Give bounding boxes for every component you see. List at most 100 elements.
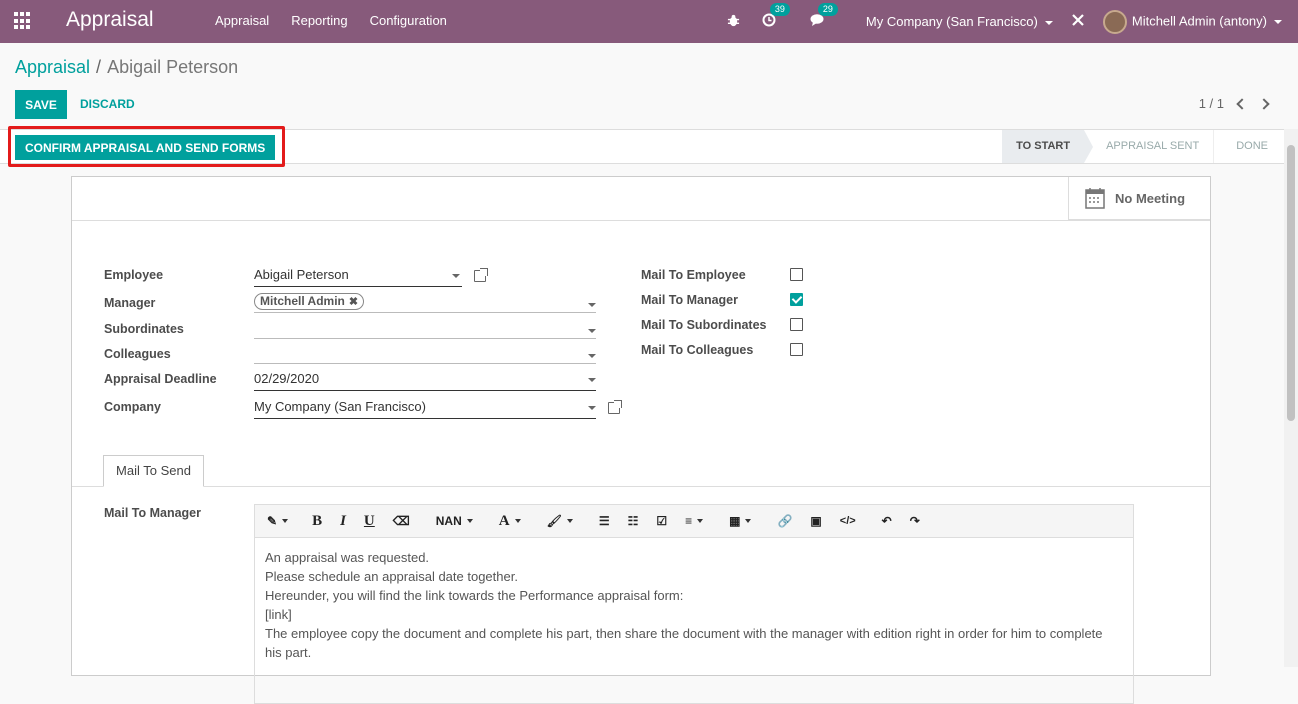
deadline-value: 02/29/2020 [254, 371, 320, 386]
tabs-divider [72, 486, 1210, 487]
top-navbar: Appraisal Appraisal Reporting Configurat… [0, 0, 1298, 43]
save-button[interactable]: SAVE [15, 90, 67, 119]
bullet-list-icon[interactable]: ☰ [599, 514, 610, 528]
menu-item-reporting[interactable]: Reporting [291, 13, 347, 28]
mail-to-employee-checkbox[interactable] [790, 268, 803, 281]
remove-tag-icon[interactable]: ✖ [349, 296, 358, 308]
manager-tag-label: Mitchell Admin [260, 294, 345, 308]
discard-button[interactable]: DISCARD [80, 97, 135, 111]
chevron-right-icon[interactable] [1258, 97, 1270, 110]
italic-icon[interactable]: I [340, 513, 346, 530]
header-divider [72, 220, 1210, 221]
subordinates-field[interactable] [254, 319, 596, 339]
mail-line: An appraisal was requested. [265, 550, 430, 565]
mail-to-colleagues-label: Mail To Colleagues [641, 343, 754, 357]
avatar [1102, 9, 1127, 34]
employee-value: Abigail Peterson [254, 267, 349, 282]
menu-item-appraisal[interactable]: Appraisal [215, 13, 269, 28]
chevron-down-icon [588, 329, 596, 333]
magic-wand-icon[interactable]: ✎ [267, 514, 289, 528]
debug-bug-icon[interactable] [727, 14, 740, 30]
messages-count-badge: 29 [817, 3, 838, 16]
chevron-down-icon [588, 303, 596, 307]
user-menu[interactable]: Mitchell Admin (antony) [1102, 9, 1282, 34]
code-view-icon[interactable]: </> [840, 515, 856, 527]
highlight-box [8, 126, 285, 167]
stage-to-start[interactable]: TO START [1002, 130, 1094, 163]
pager: 1 / 1 [1199, 96, 1270, 111]
editor-toolbar: ✎ B I U ⌫ NAN A 🖌 ☰ ☷ ☑ ≡ ▦ 🔗 ▣ </> ↶ ↷ [255, 505, 1133, 538]
external-link-icon[interactable] [608, 400, 622, 414]
chevron-down-icon [588, 378, 596, 382]
align-icon[interactable]: ≡ [685, 514, 704, 528]
company-value: My Company (San Francisco) [254, 399, 426, 414]
form-sheet: No Meeting Employee Abigail Peterson Man… [71, 176, 1211, 704]
messages-chat-icon[interactable]: 29 [810, 3, 838, 30]
mail-line: Please schedule an appraisal date togeth… [265, 569, 518, 584]
chevron-left-icon[interactable] [1236, 97, 1248, 110]
mail-to-manager-checkbox[interactable] [790, 293, 803, 306]
eraser-icon[interactable]: ⌫ [393, 514, 410, 528]
app-title[interactable]: Appraisal [66, 8, 154, 32]
breadcrumb-parent[interactable]: Appraisal [15, 57, 90, 77]
html-editor[interactable]: ✎ B I U ⌫ NAN A 🖌 ☰ ☷ ☑ ≡ ▦ 🔗 ▣ </> ↶ ↷ … [254, 504, 1134, 704]
deadline-label: Appraisal Deadline [104, 372, 217, 386]
employee-field[interactable]: Abigail Peterson [254, 267, 462, 287]
stage-pipeline: TO START APPRAISAL SENT DONE [1002, 130, 1284, 163]
chevron-down-icon [1044, 20, 1053, 25]
meeting-label: No Meeting [1115, 190, 1186, 206]
colleagues-label: Colleagues [104, 347, 171, 361]
tools-cross-icon[interactable] [1071, 13, 1085, 30]
manager-field[interactable]: Mitchell Admin ✖ [254, 293, 596, 313]
manager-tag: Mitchell Admin ✖ [254, 293, 365, 310]
employee-label: Employee [104, 268, 164, 282]
mail-to-manager-section-label: Mail To Manager [104, 506, 202, 520]
subordinates-label: Subordinates [104, 322, 184, 336]
apps-menu-icon[interactable] [14, 12, 32, 30]
stage-done[interactable]: DONE [1214, 130, 1284, 163]
meeting-smart-button[interactable]: No Meeting [1068, 177, 1210, 220]
font-size-label: NAN [435, 514, 462, 528]
image-icon[interactable]: ▣ [810, 514, 821, 528]
chevron-down-icon [1274, 19, 1282, 24]
chevron-down-icon [588, 354, 596, 358]
mail-to-manager-label: Mail To Manager [641, 293, 739, 307]
mail-to-subordinates-checkbox[interactable] [790, 318, 803, 331]
table-icon[interactable]: ▦ [729, 514, 752, 528]
scrollbar-thumb[interactable] [1287, 145, 1295, 421]
company-label: Company [104, 400, 161, 414]
mail-to-colleagues-checkbox[interactable] [790, 343, 803, 356]
undo-icon[interactable]: ↶ [882, 514, 892, 528]
bold-icon[interactable]: B [312, 513, 322, 530]
paint-brush-icon[interactable]: 🖌 [547, 514, 573, 528]
company-name: My Company (San Francisco) [865, 14, 1038, 29]
font-color-icon[interactable]: A [499, 513, 521, 530]
breadcrumb-separator: / [96, 57, 102, 77]
checklist-icon[interactable]: ☑ [656, 514, 667, 528]
stage-appraisal-sent[interactable]: APPRAISAL SENT [1084, 130, 1215, 163]
company-switcher[interactable]: My Company (San Francisco) [866, 14, 1053, 29]
link-icon[interactable]: 🔗 [777, 514, 792, 528]
editor-content[interactable]: An appraisal was requested. Please sched… [255, 538, 1133, 672]
systray: 39 29 My Company (San Francisco) Mitchel… [727, 0, 1298, 43]
redo-icon[interactable]: ↷ [910, 514, 920, 528]
numbered-list-icon[interactable]: ☷ [628, 514, 639, 528]
company-field[interactable]: My Company (San Francisco) [254, 399, 596, 419]
page-scrollbar[interactable] [1284, 129, 1298, 667]
colleagues-field[interactable] [254, 344, 596, 364]
external-link-icon[interactable] [474, 268, 488, 282]
tab-mail-to-send[interactable]: Mail To Send [103, 455, 204, 487]
activity-count-badge: 39 [769, 3, 790, 16]
calendar-icon [1085, 188, 1105, 209]
mail-line: his part. [265, 645, 312, 660]
mail-line: The employee copy the document and compl… [265, 626, 1103, 641]
underline-icon[interactable]: U [364, 513, 375, 530]
activity-clock-icon[interactable]: 39 [762, 3, 790, 30]
deadline-field[interactable]: 02/29/2020 [254, 371, 596, 391]
pager-value[interactable]: 1 / 1 [1199, 96, 1224, 111]
main-menu: Appraisal Reporting Configuration [215, 13, 447, 28]
font-size-dropdown[interactable]: NAN [436, 514, 473, 528]
mail-line: Hereunder, you will find the link toward… [265, 588, 684, 603]
mail-to-subordinates-label: Mail To Subordinates [641, 318, 767, 332]
menu-item-configuration[interactable]: Configuration [370, 13, 447, 28]
